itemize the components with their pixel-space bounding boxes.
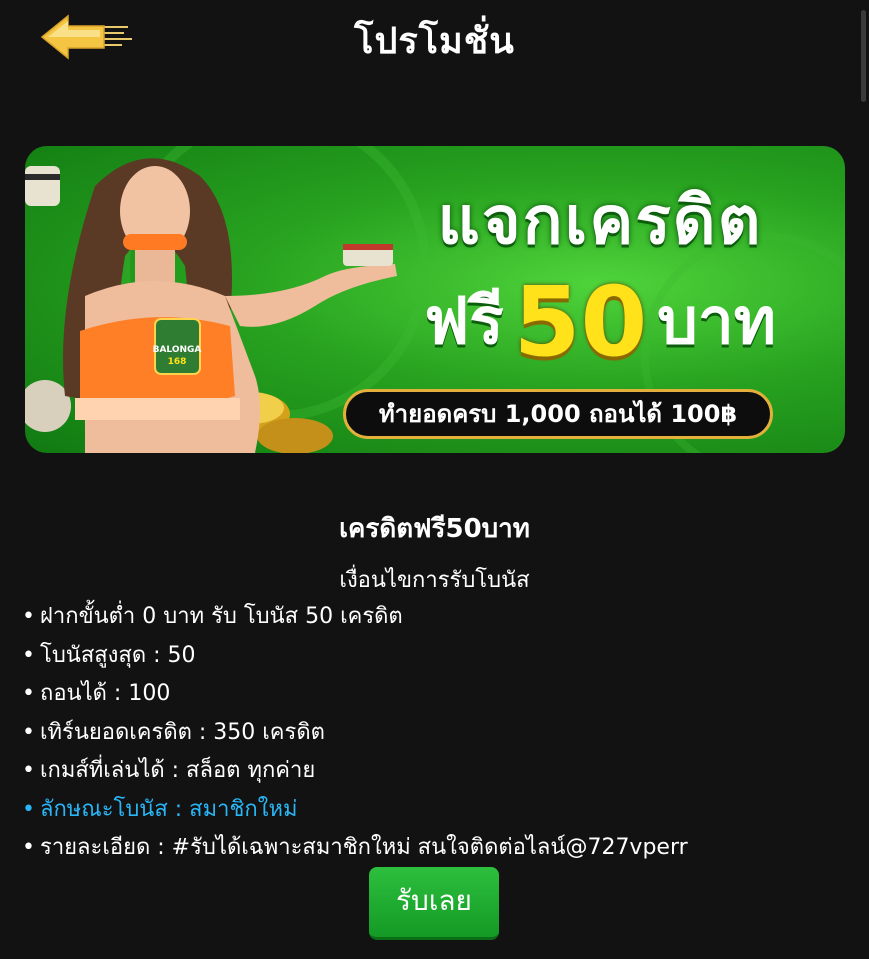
condition-item-withdraw: • ถอนได้ : 100	[22, 681, 171, 706]
header: โปรโมชั่น	[0, 0, 869, 75]
claim-button[interactable]: รับเลย	[369, 867, 499, 940]
banner-condition-pill: ทำยอดครบ 1,000 ถอนได้ 100฿	[343, 389, 773, 439]
logo-text: BALONGA	[153, 345, 202, 355]
banner-headline: แจกเครดิต	[437, 182, 763, 259]
promo-banner[interactable]: BALONGA 168 แจกเครดิต ฟรี 50 บาท ทำยอดครบ …	[25, 146, 845, 453]
condition-item-max-bonus: • โบนัสสูงสุด : 50	[22, 642, 196, 668]
scrollbar[interactable]	[861, 10, 866, 102]
logo-number: 168	[168, 357, 187, 367]
condition-item-details: • รายละเอียด : #รับได้เฉพาะสมาชิกใหม่ สนใ…	[22, 835, 688, 860]
banner-amount: 50	[513, 266, 648, 378]
condition-item-turnover: • เทิร์นยอดเครดิต : 350 เครดิต	[22, 719, 325, 745]
banner-amount-row: ฟรี 50 บาท	[370, 274, 830, 370]
condition-item-min-deposit: • ฝากขั้นต่ำ 0 บาท รับ โบนัส 50 เครดิต	[22, 604, 403, 629]
promotion-title: เครดิตฟรี50บาท	[339, 514, 530, 544]
banner-unit: บาท	[657, 285, 777, 359]
conditions-list: • ฝากขั้นต่ำ 0 บาท รับ โบนัส 50 เครดิต • โ…	[22, 600, 688, 870]
page-title: โปรโมชั่น	[354, 21, 515, 62]
banner-free-label: ฟรี	[423, 285, 504, 359]
conditions-heading: เงื่อนไขการรับโบนัส	[339, 568, 530, 593]
condition-item-games: • เกมส์ที่เล่นได้ : สล็อต ทุกค่าย	[22, 758, 316, 783]
condition-item-bonus-type: • ลักษณะโบนัส : สมาชิกใหม่	[22, 796, 298, 822]
